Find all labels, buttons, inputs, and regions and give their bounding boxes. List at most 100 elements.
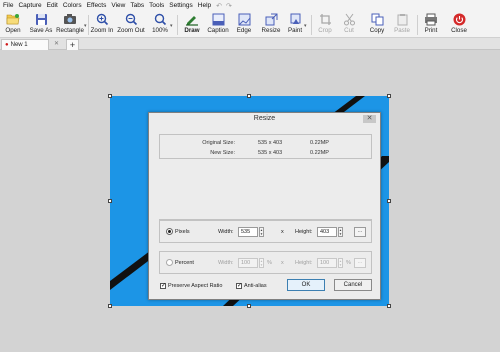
caption-button[interactable]: Caption xyxy=(205,12,231,37)
tab-label: New 1 xyxy=(10,42,28,48)
percent-height-label: Height: xyxy=(295,260,313,266)
toolbar-separator xyxy=(417,15,418,35)
caption-icon xyxy=(211,12,225,26)
preserve-aspect-label: Preserve Aspect Ratio xyxy=(168,283,223,289)
resize-handle-nw[interactable] xyxy=(108,94,112,98)
dialog-title: Resize xyxy=(149,113,380,125)
pixels-group: Pixels Width: 535 ▲ ▼ x Height: 403 ▲ ▼ ..… xyxy=(159,220,372,243)
toolbar-separator xyxy=(311,15,312,35)
copy-button[interactable]: Copy xyxy=(367,12,387,37)
paint-dropdown-arrow[interactable]: ▾ xyxy=(304,23,307,29)
menu-edit[interactable]: Edit xyxy=(47,0,58,11)
height-percent-input[interactable]: 100 xyxy=(317,258,337,268)
zoom-in-button[interactable]: Zoom In xyxy=(89,12,115,37)
close-button[interactable]: Close xyxy=(449,12,469,37)
resize-handle-se[interactable] xyxy=(387,304,391,308)
menu-help[interactable]: Help xyxy=(198,0,211,11)
original-mp-value: 0.22MP xyxy=(310,140,329,146)
rectangle-capture-button[interactable]: Rectangle xyxy=(55,12,85,37)
width-label: Width: xyxy=(218,229,234,235)
width-percent-unit: % xyxy=(267,260,272,266)
width-percent-input[interactable]: 100 xyxy=(238,258,258,268)
percent-browse-button[interactable]: ... xyxy=(354,258,366,268)
percent-x-separator: x xyxy=(281,260,284,266)
undo-icon[interactable]: ↶ xyxy=(216,2,222,10)
canvas-area: Resize ✕ Original Size: 535 x 403 0.22MP… xyxy=(0,50,500,352)
pixels-radio[interactable] xyxy=(166,228,173,235)
zoom-dropdown-arrow[interactable]: ▾ xyxy=(170,23,173,29)
height-percent-unit: % xyxy=(346,260,351,266)
width-spinner[interactable]: ▲ ▼ xyxy=(259,227,264,237)
size-info-group: Original Size: 535 x 403 0.22MP New Size… xyxy=(159,134,372,159)
menu-effects[interactable]: Effects xyxy=(87,0,107,11)
anti-alias-checkbox[interactable]: ✓ xyxy=(236,283,242,289)
print-button[interactable]: Print xyxy=(421,12,441,37)
percent-radio[interactable] xyxy=(166,259,173,266)
original-size-label: Original Size: xyxy=(202,140,235,146)
height-percent-spinner[interactable]: ▲ ▼ xyxy=(338,258,343,268)
zoom-level-button[interactable]: 100% xyxy=(149,12,171,37)
zoom-out-icon xyxy=(124,12,138,26)
height-pixels-input[interactable]: 403 xyxy=(317,227,337,237)
toolbar: Open Save As Rectangle ▾ Zoom In Zoom Ou… xyxy=(0,11,500,38)
cut-button[interactable]: Cut xyxy=(340,12,358,37)
menu-view[interactable]: View xyxy=(111,0,125,11)
draw-button[interactable]: Draw xyxy=(181,12,203,37)
tab-close-icon[interactable]: ✕ xyxy=(54,40,59,47)
tab-new-1[interactable]: ● New 1 xyxy=(1,39,49,50)
height-spinner[interactable]: ▲ ▼ xyxy=(338,227,343,237)
width-pixels-input[interactable]: 535 xyxy=(238,227,258,237)
percent-width-label: Width: xyxy=(218,260,234,266)
edge-icon xyxy=(237,12,251,26)
dialog-close-button[interactable]: ✕ xyxy=(363,115,376,123)
menu-tabs[interactable]: Tabs xyxy=(130,0,144,11)
menu-capture[interactable]: Capture xyxy=(18,0,41,11)
edge-button[interactable]: Edge xyxy=(234,12,254,37)
rectangle-dropdown-arrow[interactable]: ▾ xyxy=(84,23,87,29)
zoom-in-icon xyxy=(95,12,109,26)
menu-settings[interactable]: Settings xyxy=(169,0,193,11)
resize-handle-s[interactable] xyxy=(247,304,251,308)
folder-icon xyxy=(6,12,20,26)
resize-dialog: Resize ✕ Original Size: 535 x 403 0.22MP… xyxy=(148,112,381,300)
resize-handle-n[interactable] xyxy=(247,94,251,98)
percent-group: Percent Width: 100 ▲ ▼ % x Height: 100 ▲ ▼… xyxy=(159,251,372,274)
width-percent-spinner[interactable]: ▲ ▼ xyxy=(259,258,264,268)
printer-icon xyxy=(424,12,438,26)
x-separator: x xyxy=(281,229,284,235)
magnifier-icon xyxy=(153,12,167,26)
new-size-value: 535 x 403 xyxy=(258,150,283,156)
menu-file[interactable]: File xyxy=(3,0,13,11)
scissors-icon xyxy=(342,12,356,26)
pixels-browse-button[interactable]: ... xyxy=(354,227,366,237)
crop-button[interactable]: Crop xyxy=(316,12,334,37)
menu-colors[interactable]: Colors xyxy=(63,0,82,11)
new-mp-value: 0.22MP xyxy=(310,150,329,156)
zoom-out-button[interactable]: Zoom Out xyxy=(116,12,146,37)
tab-bar: ● New 1 ✕ + xyxy=(0,38,500,50)
percent-label: Percent xyxy=(175,260,194,266)
paint-button[interactable]: Paint xyxy=(285,12,305,37)
resize-handle-w[interactable] xyxy=(108,199,112,203)
new-size-label: New Size: xyxy=(210,150,235,156)
paste-button[interactable]: Paste xyxy=(392,12,412,37)
cancel-button[interactable]: Cancel xyxy=(334,279,372,291)
resize-handle-ne[interactable] xyxy=(387,94,391,98)
floppy-disk-icon xyxy=(34,12,48,26)
menu-tools[interactable]: Tools xyxy=(149,0,164,11)
original-size-value: 535 x 403 xyxy=(258,140,283,146)
preserve-aspect-checkbox[interactable]: ✓ xyxy=(160,283,166,289)
power-icon xyxy=(452,12,466,26)
redo-icon[interactable]: ↷ xyxy=(226,2,232,10)
pixels-label: Pixels xyxy=(175,229,190,235)
resize-handle-e[interactable] xyxy=(387,199,391,203)
resize-handle-sw[interactable] xyxy=(108,304,112,308)
save-as-button[interactable]: Save As xyxy=(28,12,54,37)
unsaved-dot-icon: ● xyxy=(5,42,9,48)
resize-button[interactable]: Resize xyxy=(259,12,283,37)
pen-icon xyxy=(185,12,199,26)
add-tab-button[interactable]: + xyxy=(66,39,79,50)
crop-icon xyxy=(318,12,332,26)
ok-button[interactable]: OK xyxy=(287,279,325,291)
open-button[interactable]: Open xyxy=(3,12,23,37)
